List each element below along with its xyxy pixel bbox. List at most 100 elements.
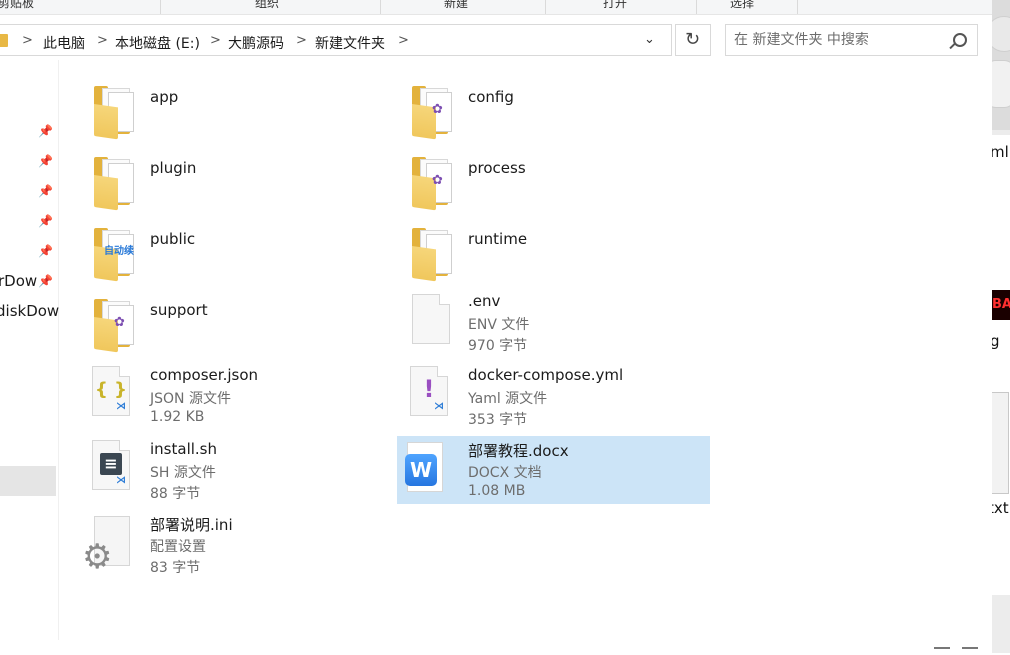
address-bar[interactable]: > 此电脑 > 本地磁盘 (E:) > 大鹏源码 > 新建文件夹 > ⌄ <box>0 24 672 56</box>
file-size: 970 字节 <box>468 338 528 354</box>
pin-icon[interactable]: 📌 <box>38 214 53 228</box>
folder-icon <box>94 155 134 211</box>
folder-item-plugin[interactable]: plugin <box>80 149 380 215</box>
file-name: install.sh <box>150 440 217 458</box>
file-icon <box>412 294 450 344</box>
ribbon-divider <box>545 0 546 14</box>
breadcrumb-dapeng-source[interactable]: 大鹏源码 <box>228 33 284 53</box>
pin-icon[interactable]: 📌 <box>38 184 53 198</box>
ribbon-group-clipboard: 剪贴板 <box>0 0 35 10</box>
nav-item-downloads[interactable]: rDow <box>0 272 37 290</box>
folder-item-app[interactable]: app <box>80 78 380 144</box>
folder-item-public[interactable]: 自动续 public <box>80 220 380 286</box>
refresh-button[interactable]: ↻ <box>675 24 711 56</box>
search-input[interactable] <box>734 31 939 49</box>
file-type: SH 源文件 <box>150 465 216 481</box>
breadcrumb-new-folder[interactable]: 新建文件夹 <box>315 33 385 53</box>
folder-icon: ✿ <box>412 84 452 140</box>
folder-icon <box>412 226 452 282</box>
file-type: 配置设置 <box>150 539 206 555</box>
search-icon[interactable] <box>953 33 967 47</box>
pin-icon[interactable]: 📌 <box>38 244 53 258</box>
desktop-file-icon[interactable] <box>992 392 1009 494</box>
file-name: .env <box>468 292 501 310</box>
file-item-deploy-tutorial-docx[interactable]: W 部署教程.docx DOCX 文档 1.08 MB <box>397 436 710 504</box>
file-name: runtime <box>468 230 528 248</box>
nav-item-selected[interactable] <box>0 466 56 496</box>
file-type: ENV 文件 <box>468 317 530 333</box>
desktop-red-badge[interactable]: BA <box>992 290 1010 320</box>
desktop-app-icon[interactable] <box>992 60 1010 108</box>
file-item-composer-json[interactable]: { } ⋊ composer.json JSON 源文件 1.92 KB <box>80 362 380 430</box>
file-item-docker-compose[interactable]: ! ⋊ docker-compose.yml Yaml 源文件 353 字节 <box>398 362 710 430</box>
file-item-install-sh[interactable]: ≡ ⋊ install.sh SH 源文件 88 字节 <box>80 436 380 504</box>
nav-item-disk-downloads[interactable]: diskDow <box>0 302 59 320</box>
word-file-icon: W <box>405 442 443 494</box>
folder-item-config[interactable]: ✿ config <box>398 78 710 144</box>
file-item-env[interactable]: .env ENV 文件 970 字节 <box>398 288 710 356</box>
desktop-label[interactable]: txt <box>992 499 1009 517</box>
file-name: process <box>468 159 526 177</box>
chevron-right-icon[interactable]: > <box>22 33 33 48</box>
folder-item-process[interactable]: ✿ process <box>398 149 710 215</box>
file-size: 88 字节 <box>150 486 201 502</box>
file-name: 部署说明.ini <box>150 516 233 534</box>
ribbon-divider <box>797 0 798 14</box>
chevron-right-icon[interactable]: > <box>210 33 221 48</box>
desktop-label[interactable]: g <box>992 332 1000 350</box>
settings-file-icon: ⚙ <box>82 516 132 574</box>
file-name: docker-compose.yml <box>468 366 624 384</box>
file-size: 1.92 KB <box>150 409 205 425</box>
file-type: DOCX 文档 <box>468 465 542 481</box>
desktop-label[interactable]: ml <box>992 143 1009 161</box>
folder-icon <box>94 84 134 140</box>
file-size: 1.08 MB <box>468 483 526 499</box>
shell-file-icon: ≡ ⋊ <box>92 440 130 490</box>
file-name: 部署教程.docx <box>468 442 569 460</box>
navigation-pane: 📌 📌 📌 📌 📌 rDow 📌 diskDow <box>0 60 59 640</box>
ribbon-group-select: 选择 <box>730 0 755 10</box>
ribbon-group-new: 新建 <box>444 0 469 10</box>
file-name: config <box>468 88 514 106</box>
file-type: Yaml 源文件 <box>468 391 548 407</box>
folder-icon: 自动续 <box>94 226 134 282</box>
gear-icon: ⚙ <box>82 537 113 577</box>
pin-icon[interactable]: 📌 <box>38 274 53 288</box>
desktop-app-icon[interactable] <box>992 16 1010 52</box>
chevron-right-icon[interactable]: > <box>398 33 409 48</box>
address-bar-row: > 此电脑 > 本地磁盘 (E:) > 大鹏源码 > 新建文件夹 > ⌄ ↻ <box>0 24 992 58</box>
breadcrumb-this-pc[interactable]: 此电脑 <box>43 33 85 53</box>
folder-icon: ✿ <box>412 155 452 211</box>
pin-icon[interactable]: 📌 <box>38 124 53 138</box>
folder-item-runtime[interactable]: runtime <box>398 220 710 286</box>
large-icons-view-icon[interactable] <box>962 647 978 655</box>
file-size: 83 字节 <box>150 560 201 576</box>
folder-item-support[interactable]: ✿ support <box>80 291 380 357</box>
ribbon-divider <box>380 0 381 14</box>
json-file-icon: { } ⋊ <box>92 366 130 416</box>
refresh-icon: ↻ <box>685 29 701 50</box>
pin-icon[interactable]: 📌 <box>38 154 53 168</box>
file-item-deploy-notes-ini[interactable]: ⚙ 部署说明.ini 配置设置 83 字节 <box>80 510 380 578</box>
search-box[interactable] <box>725 24 978 56</box>
ribbon-divider <box>696 0 697 14</box>
vscode-badge-icon: ⋊ <box>116 401 126 412</box>
folder-icon <box>0 34 8 47</box>
file-name: app <box>150 88 179 106</box>
file-type: JSON 源文件 <box>150 391 231 407</box>
ribbon-group-labels: 剪贴板 组织 新建 打开 选择 <box>0 0 992 15</box>
ribbon-divider <box>160 0 161 14</box>
chevron-right-icon[interactable]: > <box>296 33 307 48</box>
ribbon-group-organize: 组织 <box>255 0 280 10</box>
ribbon-group-open: 打开 <box>603 0 628 10</box>
folder-icon: ✿ <box>94 297 134 353</box>
yaml-file-icon: ! ⋊ <box>410 366 448 416</box>
vscode-badge-icon: ⋊ <box>434 401 444 412</box>
file-name: public <box>150 230 196 248</box>
file-name: plugin <box>150 159 197 177</box>
chevron-down-icon[interactable]: ⌄ <box>644 32 655 47</box>
chevron-right-icon[interactable]: > <box>97 33 108 48</box>
breadcrumb-local-disk[interactable]: 本地磁盘 (E:) <box>115 33 200 53</box>
file-name: support <box>150 301 208 319</box>
details-view-icon[interactable] <box>934 647 950 655</box>
